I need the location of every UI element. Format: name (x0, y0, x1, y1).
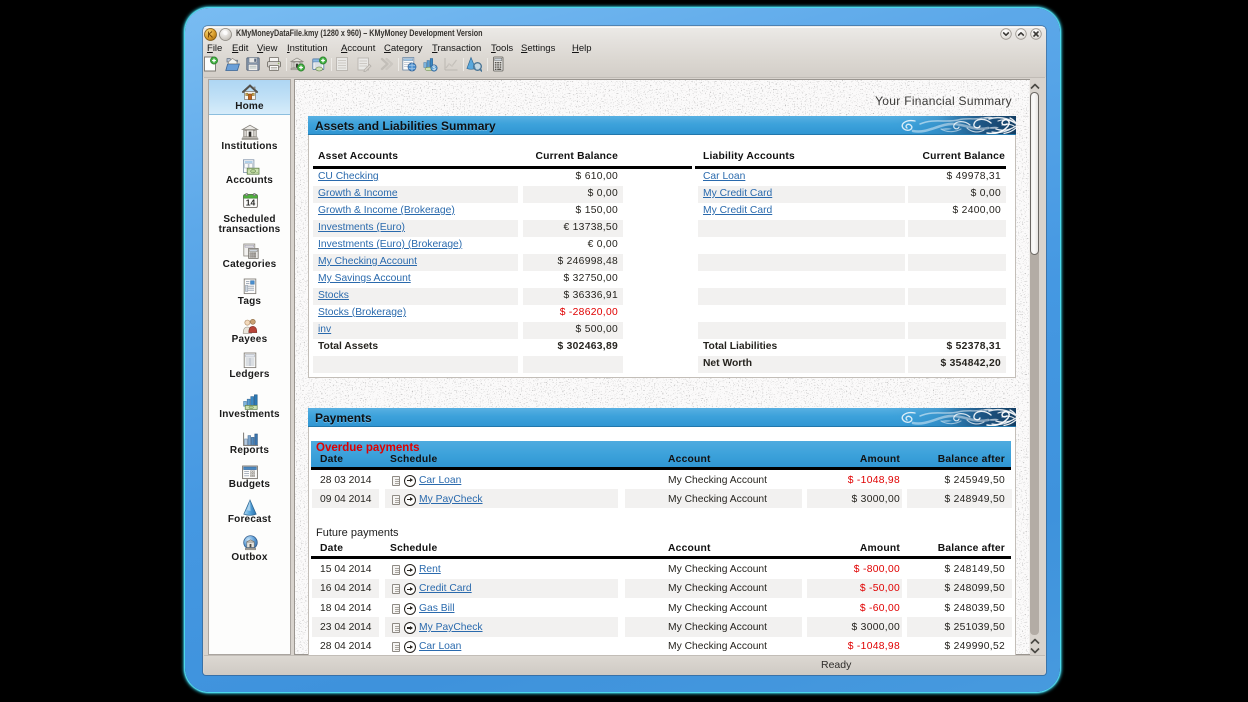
svg-text:14: 14 (245, 198, 255, 208)
